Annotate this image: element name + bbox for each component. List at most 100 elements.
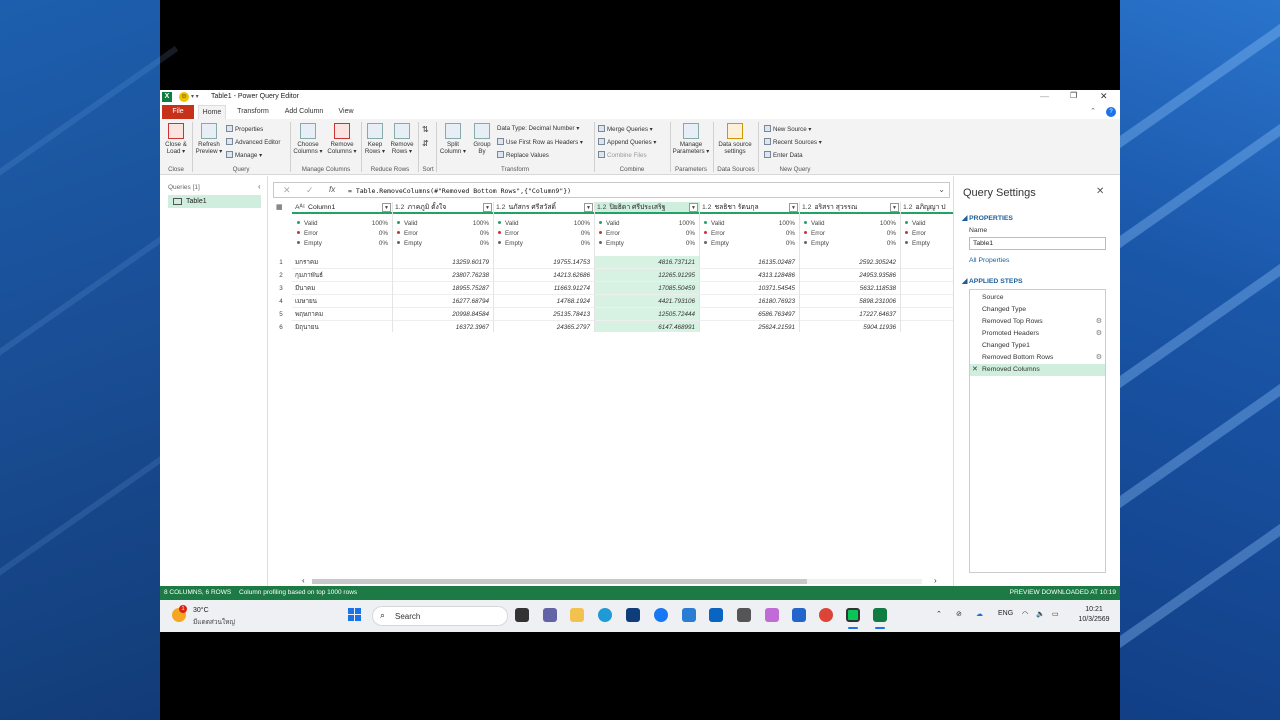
table-cell[interactable]: 5632.118538 xyxy=(799,282,900,295)
column-header[interactable]: 1.2 อภิญญา ป xyxy=(900,202,953,214)
tab-view[interactable]: View xyxy=(334,105,358,119)
task-view-icon[interactable] xyxy=(515,608,529,622)
show-hidden-icons[interactable]: ⌃ xyxy=(936,610,942,618)
smiley-feedback-icon[interactable]: ☺ xyxy=(179,92,189,102)
tab-file[interactable]: File xyxy=(162,105,194,119)
language-indicator[interactable]: ENG xyxy=(998,610,1013,617)
horizontal-scrollbar[interactable]: ‹ › xyxy=(300,576,940,586)
table-cell[interactable]: 4313.128486 xyxy=(699,269,799,282)
table-cell[interactable]: 20998.84584 xyxy=(392,308,493,321)
todo-icon[interactable] xyxy=(682,608,696,622)
file-explorer-icon[interactable] xyxy=(570,608,584,622)
table-cell[interactable]: 19755.14753 xyxy=(493,256,594,269)
refresh-preview-button[interactable]: Refresh Preview ▾ xyxy=(194,123,224,155)
use-first-row-headers-button[interactable]: Use First Row as Headers ▾ xyxy=(497,138,583,146)
formula-text[interactable]: = Table.RemoveColumns(#"Removed Bottom R… xyxy=(348,187,571,195)
advanced-editor-button[interactable]: Advanced Editor xyxy=(226,138,280,146)
query-item-table1[interactable]: Table1 xyxy=(168,195,261,208)
chat-app-icon[interactable] xyxy=(792,608,806,622)
merge-queries-button[interactable]: Merge Queries ▾ xyxy=(598,125,653,133)
edge-icon[interactable] xyxy=(598,608,612,622)
recent-sources-button[interactable]: Recent Sources ▾ xyxy=(764,138,822,146)
status-profiling[interactable]: Column profiling based on top 1000 rows xyxy=(239,586,357,600)
data-source-settings-button[interactable]: Data source settings xyxy=(715,123,755,155)
line-icon[interactable] xyxy=(846,608,860,622)
table-cell[interactable]: 18955.75287 xyxy=(392,282,493,295)
store-icon[interactable] xyxy=(626,608,640,622)
data-type-dropdown[interactable]: Data Type: Decimal Number ▾ xyxy=(497,125,579,132)
step-removed-columns[interactable]: ✕ Removed Columns xyxy=(970,364,1105,376)
ribbon-collapse-icon[interactable]: ⌃ xyxy=(1086,105,1100,119)
properties-section-header[interactable]: ◢ PROPERTIES xyxy=(962,214,1013,222)
choose-columns-button[interactable]: Choose Columns ▾ xyxy=(292,123,324,155)
table-cell[interactable]: มีนาคม xyxy=(292,282,392,295)
table-cell[interactable]: 12265.91295 xyxy=(594,269,699,282)
table-cell[interactable]: 4816.737121 xyxy=(594,256,699,269)
table-cell[interactable]: พฤษภาคม xyxy=(292,308,392,321)
step-changed-type1[interactable]: Changed Type1 xyxy=(970,340,1105,352)
split-column-button[interactable]: Split Column ▾ xyxy=(438,123,468,155)
new-source-button[interactable]: New Source ▾ xyxy=(764,125,812,133)
close-settings-icon[interactable]: ✕ xyxy=(1096,186,1104,197)
quick-access-dropdown-icon[interactable]: ▾ ▾ xyxy=(191,93,199,100)
table-cell[interactable]: 16180.76923 xyxy=(699,295,799,308)
table-cell[interactable]: เมษายน xyxy=(292,295,392,308)
table-cell[interactable]: 5904.11936 xyxy=(799,321,900,332)
step-source[interactable]: Source xyxy=(970,292,1105,304)
volume-icon[interactable]: 🔈 xyxy=(1036,610,1045,618)
replace-values-button[interactable]: Replace Values xyxy=(497,151,549,159)
table-cell[interactable]: 6586.763497 xyxy=(699,308,799,321)
excel-icon[interactable] xyxy=(873,608,887,622)
collapse-queries-icon[interactable]: ‹ xyxy=(258,182,261,191)
table-cell[interactable]: มกราคม xyxy=(292,256,392,269)
remove-columns-button[interactable]: Remove Columns ▾ xyxy=(325,123,359,155)
table-cell[interactable]: 24365.2797 xyxy=(493,321,594,332)
tab-transform[interactable]: Transform xyxy=(232,105,274,119)
battery-icon[interactable]: ▭ xyxy=(1052,610,1059,618)
column-header[interactable]: 1.2 ชลธิชา รัตนกุล ▼ xyxy=(699,202,799,214)
step-changed-type[interactable]: Changed Type xyxy=(970,304,1105,316)
table-cell[interactable]: 4421.793106 xyxy=(594,295,699,308)
keep-rows-button[interactable]: Keep Rows ▾ xyxy=(363,123,387,155)
applied-steps-section-header[interactable]: ◢ APPLIED STEPS xyxy=(962,277,1023,285)
tab-home[interactable]: Home xyxy=(198,105,226,119)
calculator-icon[interactable] xyxy=(737,608,751,622)
scroll-left-icon[interactable]: ‹ xyxy=(302,576,305,585)
table-cell[interactable]: 17085.50459 xyxy=(594,282,699,295)
start-button[interactable] xyxy=(348,608,362,622)
query-name-input[interactable]: Table1 xyxy=(969,237,1106,250)
column-header[interactable]: 1.2 อริสรา สุวรรณ ▼ xyxy=(799,202,900,214)
step-removed-top-rows[interactable]: Removed Top Rows ⚙ xyxy=(970,316,1105,328)
scroll-right-icon[interactable]: › xyxy=(934,576,937,585)
table-cell[interactable]: 14213.62686 xyxy=(493,269,594,282)
table-cell[interactable]: มิถุนายน xyxy=(292,321,392,332)
table-cell[interactable]: 6147.468991 xyxy=(594,321,699,332)
table-cell[interactable]: 5898.231006 xyxy=(799,295,900,308)
step-promoted-headers[interactable]: Promoted Headers ⚙ xyxy=(970,328,1105,340)
table-cell[interactable]: 12505.72444 xyxy=(594,308,699,321)
table-cell[interactable]: 16277.68794 xyxy=(392,295,493,308)
maximize-icon[interactable]: ❐ xyxy=(1070,91,1077,100)
all-properties-link[interactable]: All Properties xyxy=(969,257,1009,264)
cancel-formula-icon[interactable]: ✕ xyxy=(283,185,291,196)
confirm-formula-icon[interactable]: ✓ xyxy=(306,185,314,196)
onedrive-icon[interactable]: ☁ xyxy=(976,610,983,618)
table-cell[interactable]: 14768.1924 xyxy=(493,295,594,308)
table-cell[interactable]: 16372.3967 xyxy=(392,321,493,332)
wifi-icon[interactable]: ◠ xyxy=(1022,610,1028,618)
manage-button[interactable]: Manage ▾ xyxy=(226,151,262,159)
facebook-icon[interactable] xyxy=(654,608,668,622)
clock[interactable]: 10:21 10/3/2569 xyxy=(1072,605,1116,625)
minimize-icon[interactable]: — xyxy=(1040,91,1049,101)
help-icon[interactable]: ? xyxy=(1106,107,1116,117)
column-header[interactable]: 1.2 ภาคภูมิ ตั้งใจ ▼ xyxy=(392,202,493,214)
group-by-button[interactable]: Group By xyxy=(469,123,495,155)
weather-widget[interactable]: 1 30°C มีแดดส่วนใหญ่ xyxy=(172,604,252,628)
tab-add-column[interactable]: Add Column xyxy=(280,105,328,119)
copilot-icon[interactable] xyxy=(765,608,779,622)
notification-off-icon[interactable]: ⊘ xyxy=(956,610,962,618)
expand-formula-icon[interactable]: ⌄ xyxy=(938,185,945,194)
close-load-button[interactable]: Close & Load ▾ xyxy=(162,123,190,155)
remove-rows-button[interactable]: Remove Rows ▾ xyxy=(388,123,416,155)
table-cell[interactable]: 24953.93586 xyxy=(799,269,900,282)
